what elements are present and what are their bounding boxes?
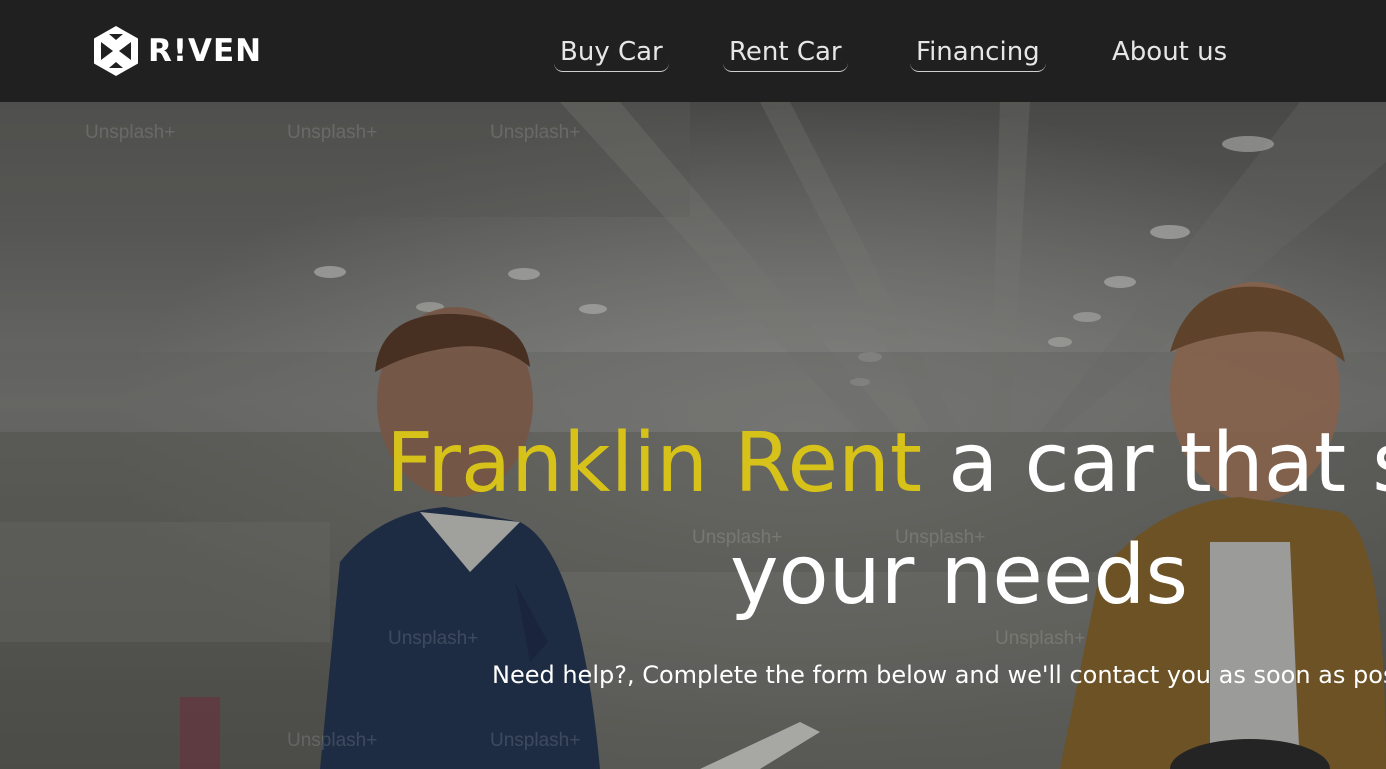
brand-name: R!VEN	[148, 33, 263, 69]
riven-hexagon-logo-icon	[94, 26, 138, 76]
brand-logo[interactable]: R!VEN	[93, 25, 262, 77]
watermark: Unsplash+	[287, 730, 378, 751]
hero-title-line2: your needs	[730, 528, 1189, 623]
nav-rent-car[interactable]: Rent Car	[723, 30, 848, 74]
hero-title: Franklin Rent a car that su	[386, 410, 1386, 518]
watermark: Unsplash+	[995, 628, 1086, 649]
page: R!VEN Buy Car Rent Car Financing About u…	[0, 0, 1386, 769]
hero-section: Unsplash+ Unsplash+ Unsplash+ Unsplash+ …	[0, 102, 1386, 769]
watermark: Unsplash+	[388, 628, 479, 649]
watermark: Unsplash+	[287, 122, 378, 143]
watermark: Unsplash+	[490, 122, 581, 143]
watermark: Unsplash+	[490, 730, 581, 751]
nav-about-us[interactable]: About us	[1112, 30, 1227, 74]
nav-buy-car[interactable]: Buy Car	[554, 30, 669, 74]
hero-title-rest: a car that su	[948, 416, 1386, 511]
hero-title-brand: Franklin Rent	[386, 416, 923, 511]
site-header: R!VEN Buy Car Rent Car Financing About u…	[0, 0, 1386, 102]
watermark: Unsplash+	[85, 122, 176, 143]
nav-financing[interactable]: Financing	[910, 30, 1046, 74]
hero-subtitle: Need help?, Complete the form below and …	[492, 661, 1386, 689]
